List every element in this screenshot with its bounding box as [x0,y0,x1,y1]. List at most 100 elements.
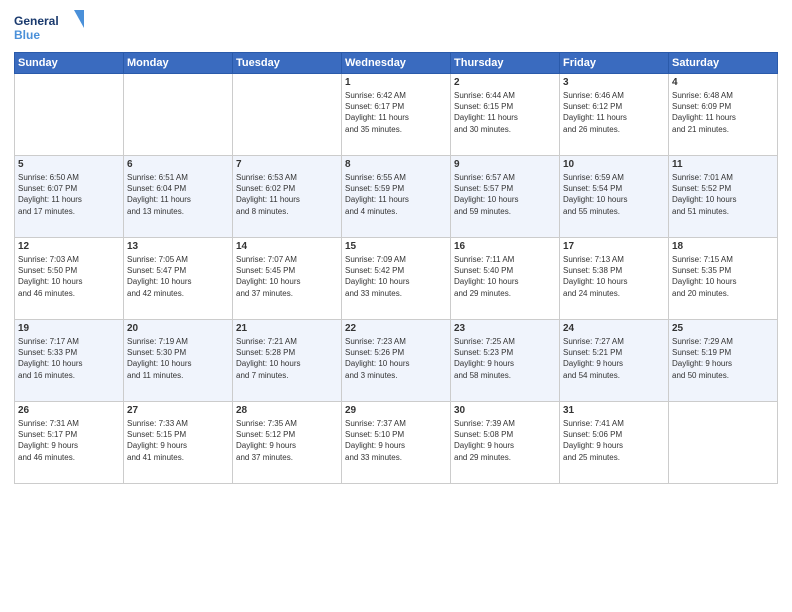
day-cell [15,74,124,156]
day-cell: 29 Sunrise: 7:37 AM Sunset: 5:10 PM Dayli… [342,402,451,484]
day-info: Sunrise: 7:17 AM Sunset: 5:33 PM Dayligh… [18,336,120,381]
day-info: Sunrise: 6:57 AM Sunset: 5:57 PM Dayligh… [454,172,556,217]
week-row-1: 1 Sunrise: 6:42 AM Sunset: 6:17 PM Daylig… [15,74,778,156]
day-number: 11 [672,159,774,170]
day-number: 24 [563,323,665,334]
day-cell: 17 Sunrise: 7:13 AM Sunset: 5:38 PM Dayli… [560,238,669,320]
day-info: Sunrise: 6:42 AM Sunset: 6:17 PM Dayligh… [345,90,447,135]
day-cell: 1 Sunrise: 6:42 AM Sunset: 6:17 PM Daylig… [342,74,451,156]
day-info: Sunrise: 7:41 AM Sunset: 5:06 PM Dayligh… [563,418,665,463]
calendar-container: General Blue SundayMondayTuesdayWednesda… [0,0,792,612]
col-header-sunday: Sunday [15,53,124,74]
day-cell: 18 Sunrise: 7:15 AM Sunset: 5:35 PM Dayli… [669,238,778,320]
day-cell: 14 Sunrise: 7:07 AM Sunset: 5:45 PM Dayli… [233,238,342,320]
day-cell: 3 Sunrise: 6:46 AM Sunset: 6:12 PM Daylig… [560,74,669,156]
day-info: Sunrise: 7:25 AM Sunset: 5:23 PM Dayligh… [454,336,556,381]
col-header-thursday: Thursday [451,53,560,74]
day-info: Sunrise: 7:21 AM Sunset: 5:28 PM Dayligh… [236,336,338,381]
day-number: 5 [18,159,120,170]
day-number: 4 [672,77,774,88]
day-cell [233,74,342,156]
day-info: Sunrise: 7:19 AM Sunset: 5:30 PM Dayligh… [127,336,229,381]
day-info: Sunrise: 7:07 AM Sunset: 5:45 PM Dayligh… [236,254,338,299]
day-number: 28 [236,405,338,416]
day-number: 10 [563,159,665,170]
week-row-4: 19 Sunrise: 7:17 AM Sunset: 5:33 PM Dayli… [15,320,778,402]
day-cell: 7Sunrise: 6:53 AM Sunset: 6:02 PM Daylig… [233,156,342,238]
day-number: 18 [672,241,774,252]
day-cell: 25Sunrise: 7:29 AM Sunset: 5:19 PM Dayli… [669,320,778,402]
day-number: 6 [127,159,229,170]
logo: General Blue [14,10,84,46]
col-header-wednesday: Wednesday [342,53,451,74]
day-cell: 11 Sunrise: 7:01 AM Sunset: 5:52 PM Dayli… [669,156,778,238]
day-info: Sunrise: 6:44 AM Sunset: 6:15 PM Dayligh… [454,90,556,135]
day-number: 9 [454,159,556,170]
col-header-saturday: Saturday [669,53,778,74]
day-number: 1 [345,77,447,88]
day-info: Sunrise: 6:46 AM Sunset: 6:12 PM Dayligh… [563,90,665,135]
day-number: 13 [127,241,229,252]
day-cell: 22 Sunrise: 7:23 AM Sunset: 5:26 PM Dayli… [342,320,451,402]
day-cell: 31 Sunrise: 7:41 AM Sunset: 5:06 PM Dayli… [560,402,669,484]
day-info: Sunrise: 7:39 AM Sunset: 5:08 PM Dayligh… [454,418,556,463]
day-cell: 15 Sunrise: 7:09 AM Sunset: 5:42 PM Dayli… [342,238,451,320]
day-info: Sunrise: 7:33 AM Sunset: 5:15 PM Dayligh… [127,418,229,463]
day-number: 19 [18,323,120,334]
day-cell: 9 Sunrise: 6:57 AM Sunset: 5:57 PM Daylig… [451,156,560,238]
day-number: 20 [127,323,229,334]
day-info: Sunrise: 7:09 AM Sunset: 5:42 PM Dayligh… [345,254,447,299]
day-info: Sunrise: 7:13 AM Sunset: 5:38 PM Dayligh… [563,254,665,299]
day-number: 23 [454,323,556,334]
calendar-table: SundayMondayTuesdayWednesdayThursdayFrid… [14,52,778,484]
day-cell: 19 Sunrise: 7:17 AM Sunset: 5:33 PM Dayli… [15,320,124,402]
day-cell: 30 Sunrise: 7:39 AM Sunset: 5:08 PM Dayli… [451,402,560,484]
day-number: 17 [563,241,665,252]
day-cell: 12Sunrise: 7:03 AM Sunset: 5:50 PM Dayli… [15,238,124,320]
day-number: 16 [454,241,556,252]
day-info: Sunrise: 7:05 AM Sunset: 5:47 PM Dayligh… [127,254,229,299]
logo-svg: General Blue [14,10,84,46]
week-row-5: 26Sunrise: 7:31 AM Sunset: 5:17 PM Dayli… [15,402,778,484]
day-number: 8 [345,159,447,170]
day-cell: 24 Sunrise: 7:27 AM Sunset: 5:21 PM Dayli… [560,320,669,402]
svg-text:General: General [14,14,59,28]
day-number: 29 [345,405,447,416]
day-number: 2 [454,77,556,88]
day-info: Sunrise: 6:50 AM Sunset: 6:07 PM Dayligh… [18,172,120,217]
day-cell [669,402,778,484]
day-cell: 16 Sunrise: 7:11 AM Sunset: 5:40 PM Dayli… [451,238,560,320]
day-info: Sunrise: 7:23 AM Sunset: 5:26 PM Dayligh… [345,336,447,381]
day-info: Sunrise: 7:35 AM Sunset: 5:12 PM Dayligh… [236,418,338,463]
day-number: 30 [454,405,556,416]
day-cell: 8 Sunrise: 6:55 AM Sunset: 5:59 PM Daylig… [342,156,451,238]
day-info: Sunrise: 6:51 AM Sunset: 6:04 PM Dayligh… [127,172,229,217]
day-info: Sunrise: 7:15 AM Sunset: 5:35 PM Dayligh… [672,254,774,299]
day-cell: 26Sunrise: 7:31 AM Sunset: 5:17 PM Dayli… [15,402,124,484]
day-info: Sunrise: 7:01 AM Sunset: 5:52 PM Dayligh… [672,172,774,217]
col-header-friday: Friday [560,53,669,74]
day-info: Sunrise: 6:59 AM Sunset: 5:54 PM Dayligh… [563,172,665,217]
day-cell: 20 Sunrise: 7:19 AM Sunset: 5:30 PM Dayli… [124,320,233,402]
day-number: 15 [345,241,447,252]
day-number: 3 [563,77,665,88]
day-info: Sunrise: 6:53 AM Sunset: 6:02 PM Dayligh… [236,172,338,217]
day-number: 22 [345,323,447,334]
svg-text:Blue: Blue [14,28,40,42]
day-info: Sunrise: 7:11 AM Sunset: 5:40 PM Dayligh… [454,254,556,299]
day-number: 14 [236,241,338,252]
day-number: 27 [127,405,229,416]
day-cell: 10 Sunrise: 6:59 AM Sunset: 5:54 PM Dayli… [560,156,669,238]
day-cell: 2 Sunrise: 6:44 AM Sunset: 6:15 PM Daylig… [451,74,560,156]
day-cell: 4Sunrise: 6:48 AM Sunset: 6:09 PM Daylig… [669,74,778,156]
col-header-tuesday: Tuesday [233,53,342,74]
day-info: Sunrise: 7:29 AM Sunset: 5:19 PM Dayligh… [672,336,774,381]
day-number: 21 [236,323,338,334]
day-info: Sunrise: 7:37 AM Sunset: 5:10 PM Dayligh… [345,418,447,463]
day-number: 31 [563,405,665,416]
day-info: Sunrise: 7:27 AM Sunset: 5:21 PM Dayligh… [563,336,665,381]
day-info: Sunrise: 7:31 AM Sunset: 5:17 PM Dayligh… [18,418,120,463]
day-cell: 5 Sunrise: 6:50 AM Sunset: 6:07 PM Daylig… [15,156,124,238]
day-cell: 13 Sunrise: 7:05 AM Sunset: 5:47 PM Dayli… [124,238,233,320]
day-info: Sunrise: 6:55 AM Sunset: 5:59 PM Dayligh… [345,172,447,217]
